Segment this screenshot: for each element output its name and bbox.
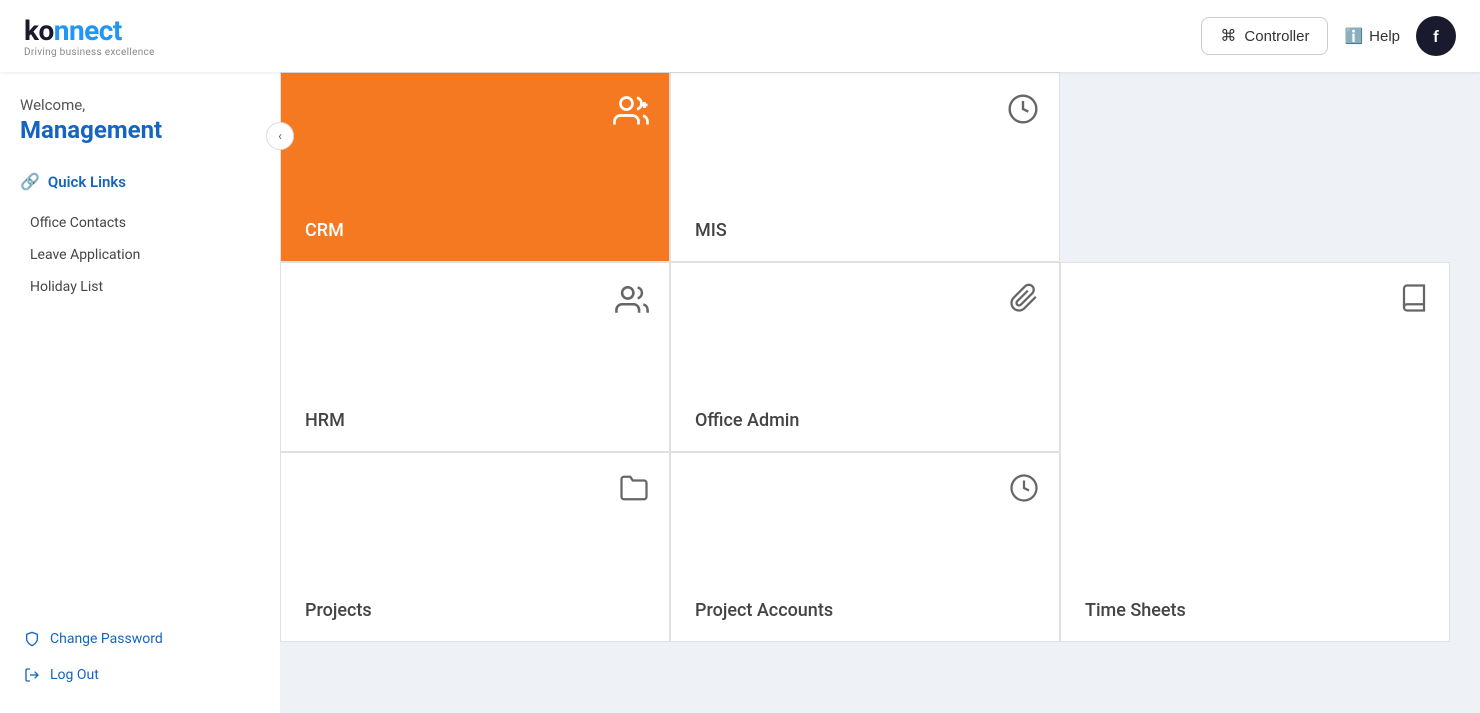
avatar-initial: f: [1433, 27, 1439, 46]
change-password-label: Change Password: [50, 631, 163, 647]
tile-office-admin[interactable]: Office Admin: [670, 262, 1060, 452]
logo: konnect Driving business excellence: [24, 14, 155, 58]
layout: ‹ Welcome, Management 🔗 Quick Links Offi…: [0, 72, 1480, 713]
book-icon: [1399, 283, 1429, 317]
link-icon: 🔗: [20, 172, 40, 191]
quick-links-label: Quick Links: [48, 173, 126, 191]
tile-hrm[interactable]: HRM: [280, 262, 670, 452]
shield-icon: [24, 631, 40, 647]
logo-name: konnect: [24, 14, 155, 47]
welcome-name: Management: [20, 116, 260, 144]
controller-button[interactable]: ⌘ Controller: [1201, 17, 1328, 55]
controller-icon: ⌘: [1220, 26, 1236, 46]
clock-icon: [1009, 473, 1039, 507]
header: konnect Driving business excellence ⌘ Co…: [0, 0, 1480, 72]
logout-item[interactable]: Log Out: [20, 661, 260, 689]
folder-icon: [619, 473, 649, 507]
sidebar-link-office-contacts[interactable]: Office Contacts: [20, 207, 260, 239]
logo-prefix: ko: [24, 14, 54, 47]
tile-label-crm: CRM: [305, 220, 645, 241]
tile-label-mis: MIS: [695, 220, 1035, 241]
logout-label: Log Out: [50, 667, 99, 683]
mis-icon: [1007, 93, 1039, 129]
crm-icon: [613, 93, 649, 133]
header-right: ⌘ Controller ℹ️ Help f: [1201, 16, 1456, 56]
tile-crm[interactable]: CRM: [280, 72, 670, 262]
quick-links-header: 🔗 Quick Links: [20, 172, 260, 191]
main-content: CRM MIS: [280, 72, 1480, 713]
controller-label: Controller: [1244, 28, 1309, 45]
logout-icon: [24, 667, 40, 683]
welcome-text: Welcome,: [20, 96, 260, 114]
help-button[interactable]: ℹ️ Help: [1344, 27, 1400, 45]
tile-label-project-accounts: Time Sheets: [1085, 600, 1425, 621]
avatar[interactable]: f: [1416, 16, 1456, 56]
tile-label-projects: Projects: [305, 600, 645, 621]
sidebar-bottom: Change Password Log Out: [20, 625, 260, 689]
sidebar-link-leave-application[interactable]: Leave Application: [20, 239, 260, 271]
tile-label-hrm: HRM: [305, 410, 645, 431]
logo-suffix: nnect: [54, 14, 122, 47]
logo-tagline: Driving business excellence: [24, 47, 155, 58]
tile-mis[interactable]: MIS: [670, 72, 1060, 262]
tile-projects[interactable]: Projects: [280, 452, 670, 642]
tile-timesheets[interactable]: Project Accounts: [670, 452, 1060, 642]
tile-project-accounts[interactable]: Time Sheets: [1060, 262, 1450, 642]
sidebar: ‹ Welcome, Management 🔗 Quick Links Offi…: [0, 72, 280, 713]
tile-label-office-admin: Office Admin: [695, 410, 1035, 431]
help-icon: ℹ️: [1344, 27, 1363, 45]
change-password-item[interactable]: Change Password: [20, 625, 260, 653]
hrm-icon: [615, 283, 649, 321]
tile-grid: CRM MIS: [280, 72, 1480, 642]
paperclip-icon: [1009, 283, 1039, 317]
sidebar-link-holiday-list[interactable]: Holiday List: [20, 271, 260, 303]
sidebar-toggle[interactable]: ‹: [266, 122, 294, 150]
help-label: Help: [1369, 28, 1400, 45]
tile-label-timesheets: Project Accounts: [695, 600, 1035, 621]
